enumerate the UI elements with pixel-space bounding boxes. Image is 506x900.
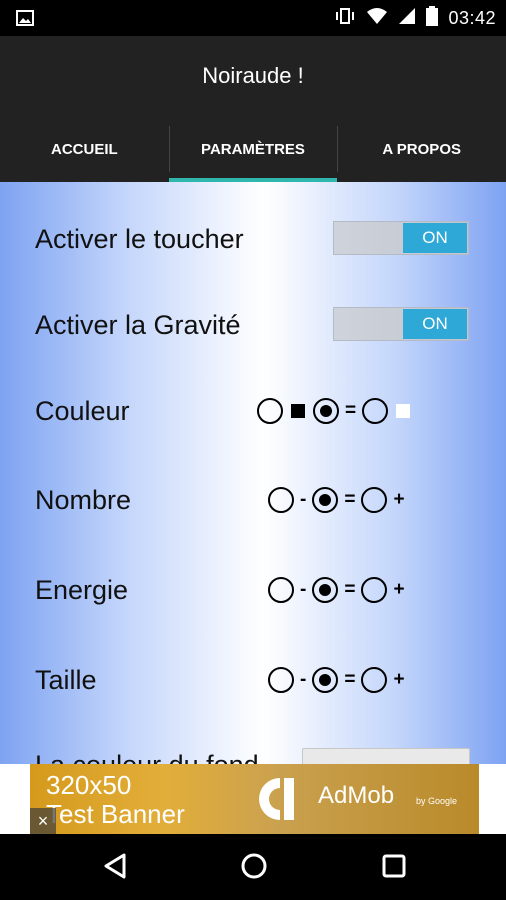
setting-touch: Activer le toucher ON [0, 209, 506, 269]
status-time: 03:42 [448, 7, 496, 28]
number-equal-label: = [344, 489, 356, 510]
setting-energy: Energie - = + [0, 560, 506, 620]
size-label: Taille [35, 665, 97, 695]
energy-options: - = + [268, 560, 411, 620]
ad-banner[interactable]: 320x50 Test Banner × AdMob by Google [0, 764, 506, 834]
recents-icon[interactable] [381, 852, 407, 885]
energy-radio-minus[interactable] [268, 577, 294, 603]
setting-color: Couleur = [0, 381, 506, 441]
signal-icon [398, 7, 416, 30]
size-radio-minus[interactable] [268, 667, 294, 693]
status-bar: 03:42 [0, 0, 506, 36]
ad-banner-content[interactable]: 320x50 Test Banner × AdMob by Google [30, 764, 479, 834]
number-options: - = + [268, 470, 411, 530]
number-radio-minus[interactable] [268, 487, 294, 513]
setting-gravity: Activer la Gravité ON [0, 295, 506, 355]
size-minus-label: - [300, 669, 307, 690]
energy-plus-label: + [393, 579, 405, 600]
setting-size: Taille - = + [0, 650, 506, 710]
number-minus-label: - [300, 489, 307, 510]
energy-equal-label: = [344, 579, 356, 600]
admob-brand: AdMob [318, 782, 395, 809]
color-radio-black[interactable] [257, 398, 283, 424]
settings-panel: Activer le toucher ON Activer la Gravité… [0, 182, 506, 764]
size-radio-equal[interactable] [312, 667, 339, 693]
back-icon[interactable] [102, 852, 128, 885]
color-radio-equal[interactable] [313, 398, 339, 424]
battery-icon [426, 5, 439, 31]
ad-test-text: Test Banner [46, 799, 185, 829]
tab-parametres[interactable]: PARAMÈTRES [168, 116, 338, 182]
setting-number: Nombre - = + [0, 470, 506, 530]
number-plus-label: + [393, 489, 405, 510]
navigation-bar [0, 834, 506, 900]
admob-logo-icon [254, 774, 306, 824]
tab-accueil[interactable]: ACCUEIL [0, 116, 169, 182]
energy-radio-equal[interactable] [312, 577, 339, 603]
color-equal-label: = [345, 400, 357, 421]
touch-toggle[interactable]: ON [333, 221, 469, 255]
energy-radio-plus[interactable] [361, 577, 388, 603]
size-options: - = + [268, 650, 411, 710]
background-color-button[interactable] [302, 748, 470, 764]
number-radio-plus[interactable] [361, 487, 388, 513]
color-radio-white[interactable] [362, 398, 389, 424]
number-radio-equal[interactable] [312, 487, 339, 513]
ad-close-button[interactable]: × [30, 808, 56, 834]
app-title: Noiraude ! [202, 63, 304, 88]
ad-size-text: 320x50 [46, 770, 132, 800]
size-plus-label: + [393, 669, 405, 690]
vibrate-icon [334, 7, 356, 30]
energy-minus-label: - [300, 579, 307, 600]
gravity-toggle[interactable]: ON [333, 307, 469, 341]
white-square-icon [396, 404, 411, 418]
tab-bar: ACCUEIL PARAMÈTRES A PROPOS [0, 116, 506, 182]
wifi-icon [366, 7, 388, 30]
color-options: = [257, 381, 418, 441]
admob-by-google: by Google [416, 796, 458, 806]
tab-a-propos[interactable]: A PROPOS [337, 116, 506, 182]
black-square-icon [291, 404, 305, 418]
gravity-toggle-state: ON [403, 309, 467, 339]
action-bar: Noiraude ! [0, 36, 506, 116]
energy-label: Energie [35, 575, 129, 605]
home-icon[interactable] [240, 852, 268, 885]
touch-label: Activer le toucher [35, 224, 244, 254]
touch-toggle-state: ON [403, 223, 467, 253]
size-equal-label: = [344, 669, 356, 690]
number-label: Nombre [35, 485, 132, 515]
size-radio-plus[interactable] [361, 667, 388, 693]
gravity-label: Activer la Gravité [35, 310, 241, 340]
image-icon [16, 10, 34, 31]
color-label: Couleur [35, 396, 130, 426]
background-color-label: La couleur du fond [35, 750, 259, 764]
